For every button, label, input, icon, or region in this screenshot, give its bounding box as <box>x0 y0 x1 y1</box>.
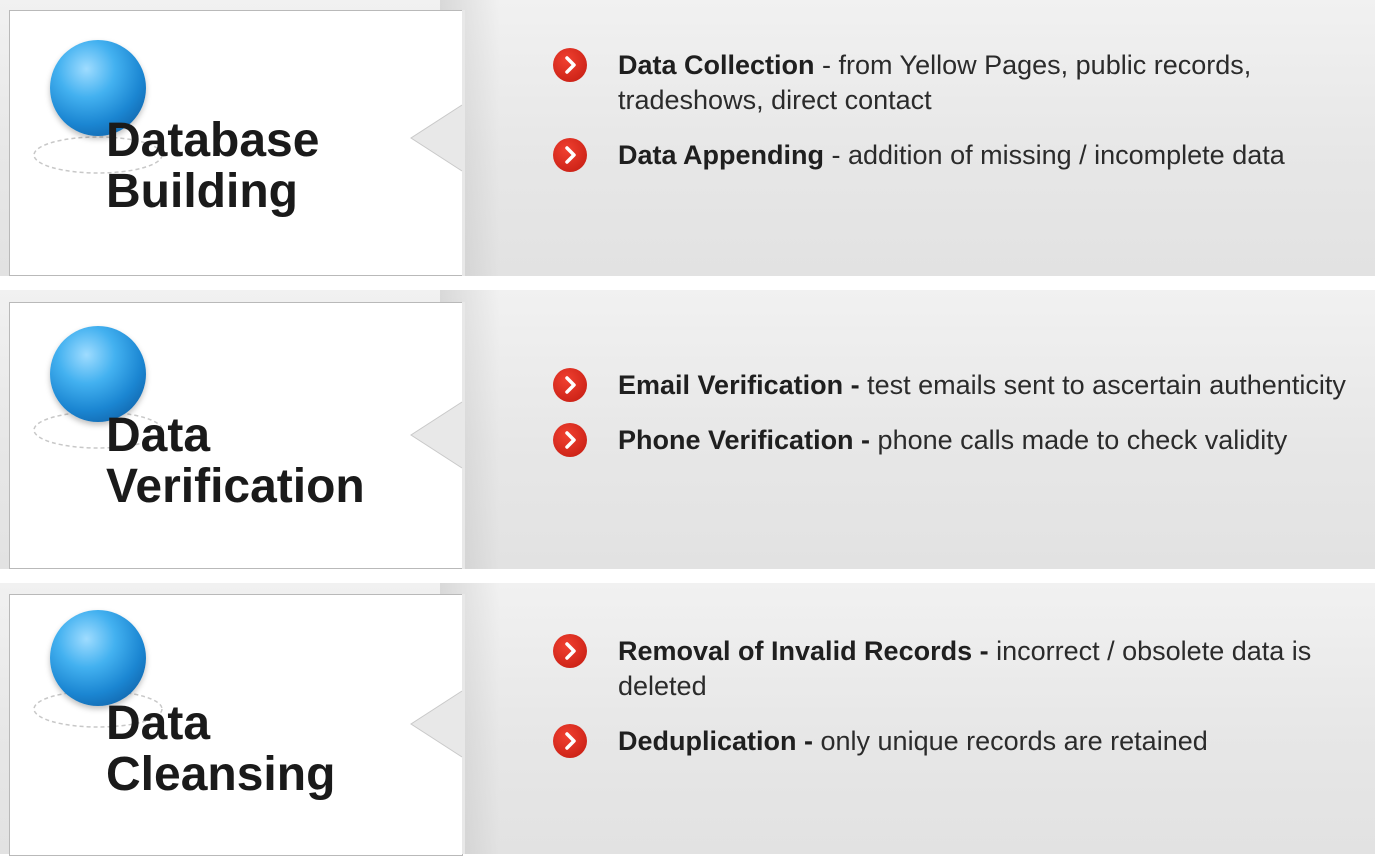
bullet-heading: Data Appending <box>618 140 824 170</box>
bullet-text: test emails sent to ascertain authentici… <box>859 370 1346 400</box>
section-title-line-2: Verification <box>106 460 365 513</box>
bullet-heading: Data Collection <box>618 50 815 80</box>
red-chevron-icon <box>553 634 587 668</box>
bullet-list: Removal of Invalid Records - incorrect /… <box>553 634 1353 759</box>
bullet-heading: Email Verification - <box>618 370 860 400</box>
card-pointer-notch <box>409 302 465 569</box>
section-title-line-1: Data <box>106 409 211 462</box>
bullet-heading: Removal of Invalid Records - <box>618 636 989 666</box>
bullet-list: Email Verification - test emails sent to… <box>553 368 1353 458</box>
section-title: Data Cleansing <box>106 698 335 800</box>
card-pointer-notch <box>409 594 465 854</box>
section-title-line-1: Database <box>106 114 320 167</box>
section-title-line-2: Cleansing <box>106 748 336 801</box>
bullet-text: - addition of missing / incomplete data <box>824 140 1285 170</box>
blue-sphere-icon <box>50 326 146 422</box>
red-chevron-icon <box>553 48 587 82</box>
section-title-line-1: Data <box>106 697 211 750</box>
bullet-heading: Deduplication - <box>618 726 813 756</box>
red-chevron-icon <box>553 368 587 402</box>
red-chevron-icon <box>553 423 587 457</box>
bullet-item: Phone Verification - phone calls made to… <box>553 423 1353 458</box>
red-chevron-icon <box>553 724 587 758</box>
section-title: Database Building <box>106 115 319 217</box>
blue-sphere-icon <box>50 610 146 706</box>
section-title: Data Verification <box>106 410 365 512</box>
bullet-heading: Phone Verification - <box>618 425 871 455</box>
card-pointer-notch <box>409 10 465 276</box>
bullet-item: Deduplication - only unique records are … <box>553 724 1353 759</box>
bullet-text: only unique records are retained <box>813 726 1208 756</box>
bullet-text: phone calls made to check validity <box>870 425 1288 455</box>
bullet-item: Data Collection - from Yellow Pages, pub… <box>553 48 1353 118</box>
bullet-item: Email Verification - test emails sent to… <box>553 368 1353 403</box>
bullet-item: Removal of Invalid Records - incorrect /… <box>553 634 1353 704</box>
section-title-line-2: Building <box>106 165 298 218</box>
bullet-list: Data Collection - from Yellow Pages, pub… <box>553 48 1353 173</box>
bullet-item: Data Appending - addition of missing / i… <box>553 138 1353 173</box>
red-chevron-icon <box>553 138 587 172</box>
